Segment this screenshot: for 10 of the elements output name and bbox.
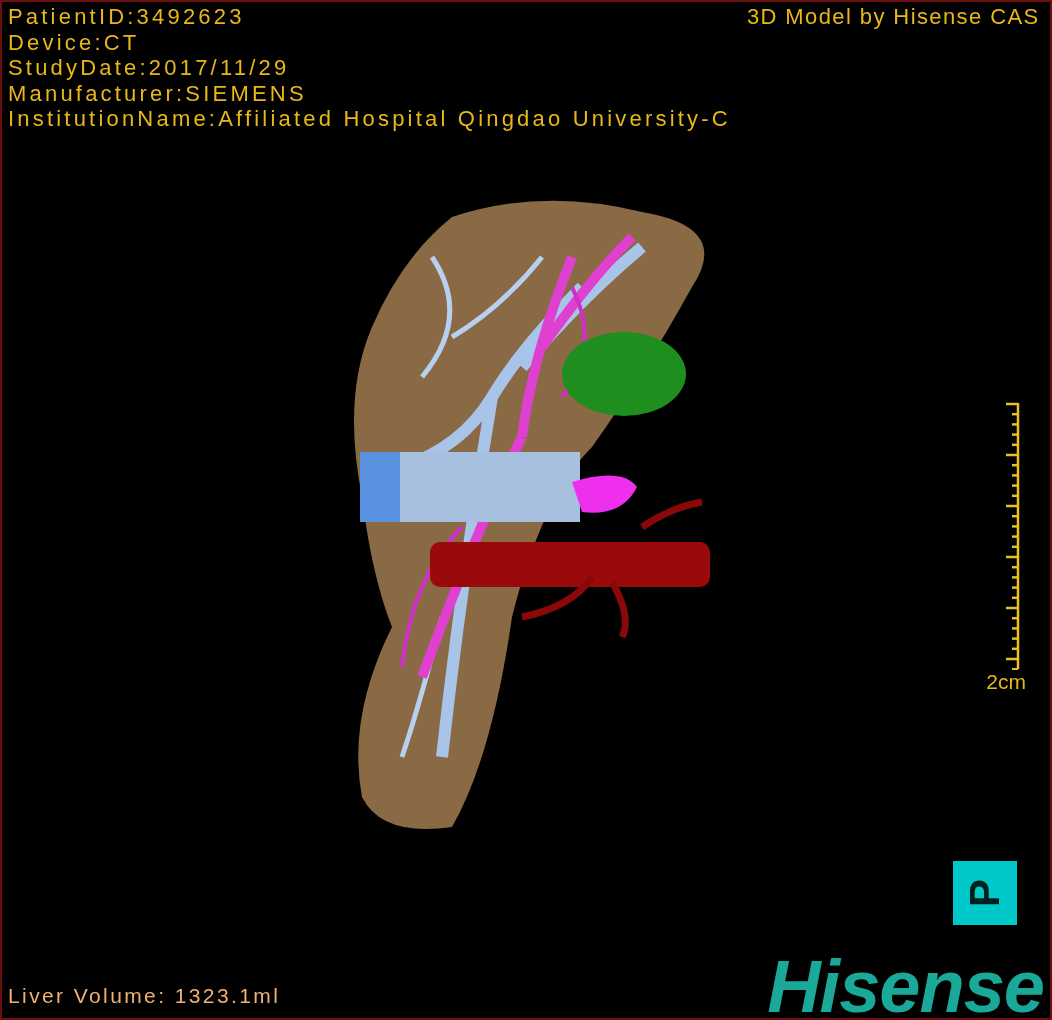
scale-label: 2cm [986,669,1026,694]
liver-volume: Liver Volume: 1323.1ml [8,982,281,1009]
study-info-line: InstitutionName:Affiliated Hospital Qingdao University-C [8,106,731,132]
study-info-line: Device:CT [8,29,141,55]
study-info-line: Manufacturer:SIEMENS [8,80,308,106]
logo: Hisense [767,950,1044,1018]
model-title: 3D Model by Hisense CAS [746,4,1040,30]
study-info-line: StudyDate:2017/11/29 [8,55,291,81]
study-info-line: PatientID:3492623 [8,4,246,30]
orientation-cube[interactable]: P [953,860,1017,925]
